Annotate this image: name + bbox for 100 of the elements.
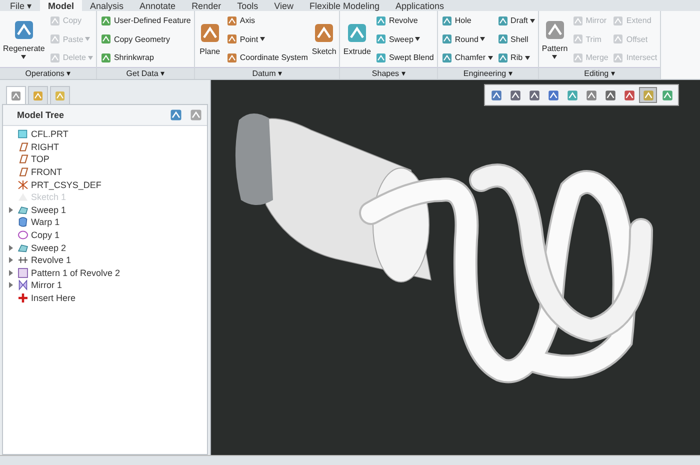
ribbon-button[interactable]: Sketch [310,12,338,64]
tree-item[interactable]: Pattern 1 of Revolve 2 [7,266,207,280]
expand-arrow-icon[interactable] [7,281,15,290]
tree-item[interactable]: Revolve 1 [7,254,207,267]
tree-item[interactable]: Warp 1 [7,216,207,229]
tool-icon [496,14,509,26]
feature-icon [17,292,29,304]
view-tool-icon [528,88,540,102]
group-menu-button[interactable]: Get Data ▾ [96,67,194,79]
group-menu-button[interactable]: Editing ▾ [538,67,660,79]
tree-title: Model Tree [17,110,64,120]
view-tool-icon [660,88,674,102]
tree-filter-icon [169,108,183,122]
ribbon-button[interactable]: Point [224,30,309,48]
ribbon-tab[interactable]: Tools [229,0,266,11]
group-menu-button[interactable]: Shapes ▾ [340,67,437,79]
ribbon-button[interactable]: Plane [196,12,223,64]
tool-icon [374,33,387,45]
tool-icon [612,52,624,64]
ribbon-button[interactable]: Rib [496,49,536,66]
panel-icon [10,90,22,102]
expand-arrow-icon[interactable] [7,206,15,214]
tool-icon [440,33,453,45]
expand-arrow-icon[interactable] [7,256,15,264]
tool-icon [572,52,584,64]
view-tool-icon [642,88,654,102]
tool-icon [226,52,238,64]
ribbon-button[interactable]: Shell [496,30,536,48]
ribbon-button[interactable]: Revolve [374,12,435,29]
tree-item[interactable]: Sweep 2 [7,241,207,254]
ribbon-button[interactable]: Round [440,30,494,48]
feature-icon [17,153,29,166]
feature-icon [17,128,29,140]
ribbon-tab[interactable]: Flexible Modeling [301,0,388,11]
tree-item[interactable]: TOP [7,153,207,166]
ribbon-button[interactable]: Hole [440,12,494,29]
tool-icon [48,14,61,26]
ribbon-tab[interactable]: Model [40,0,82,11]
tool-icon [374,14,387,26]
ribbon-button[interactable]: Shrinkwrap [98,49,192,66]
expand-arrow-icon[interactable] [7,244,15,252]
ribbon-tab[interactable]: Annotate [132,0,184,11]
ribbon-tab[interactable]: Analysis [82,0,132,11]
tree-item[interactable]: Insert Here [7,292,207,304]
panel-icon [32,90,44,102]
ribbon-button[interactable]: Axis [224,12,309,29]
tool-icon [612,14,624,26]
tool-icon [100,52,112,64]
expand-arrow-icon[interactable] [7,268,15,277]
tree-item[interactable]: FRONT [7,166,207,178]
feature-icon [17,242,29,254]
ribbon-button[interactable]: Draft [496,12,536,29]
tool-icon [226,14,238,26]
tree-item[interactable]: CFL.PRT [7,128,207,141]
tree-item[interactable]: Mirror 1 [7,279,207,292]
view-tool-icon [622,88,636,102]
group-menu-button[interactable]: Engineering ▾ [438,67,538,79]
feature-icon [17,266,29,279]
tool-icon [100,14,112,26]
feature-icon [17,178,29,191]
ribbon-tab[interactable]: Applications [388,0,452,11]
ribbon-tab[interactable]: Render [184,0,230,11]
ribbon-button[interactable]: Extrude [342,12,372,64]
feature-icon [17,191,29,204]
tool-icon [100,33,112,45]
view-tool-icon [546,88,560,102]
view-tool-icon [584,88,598,102]
view-tool-icon [604,88,616,102]
group-menu-button[interactable]: Operations ▾ [0,67,96,79]
feature-icon [17,204,29,216]
view-tool-icon [508,88,522,102]
ribbon-tab[interactable]: View [266,0,302,11]
ribbon-button[interactable]: User-Defined Feature [98,12,192,29]
tool-icon [374,52,387,64]
feature-icon [17,279,29,292]
ribbon-button[interactable]: Pattern [540,12,569,64]
tool-icon [612,33,624,45]
tree-item[interactable]: RIGHT [7,140,207,154]
group-menu-button[interactable]: Datum ▾ [194,67,340,79]
tree-item[interactable]: Copy 1 [7,228,207,242]
ribbon-button[interactable]: Copy Geometry [98,30,192,48]
feature-icon [17,229,29,242]
ribbon-button[interactable]: Chamfer [440,49,494,66]
ribbon-tab[interactable]: File ▾ [2,0,40,11]
ribbon-button[interactable]: Sweep [374,30,435,48]
tool-icon [226,33,238,45]
ribbon-button[interactable]: Swept Blend [374,49,435,66]
tool-icon [572,14,584,26]
view-tool-icon [490,88,502,102]
tool-icon [572,33,584,45]
tool-icon [48,33,61,45]
ribbon-button[interactable]: Regenerate [2,12,46,64]
tree-columns-icon [189,108,203,122]
panel-tab[interactable] [6,86,26,104]
view-toolbar-button[interactable] [639,87,657,103]
tree-item[interactable]: Sweep 1 [7,204,207,216]
tree-item[interactable]: PRT_CSYS_DEF [7,178,207,191]
ribbon-button[interactable]: Coordinate System [224,49,309,66]
tool-icon [48,52,61,64]
feature-icon [17,166,29,178]
